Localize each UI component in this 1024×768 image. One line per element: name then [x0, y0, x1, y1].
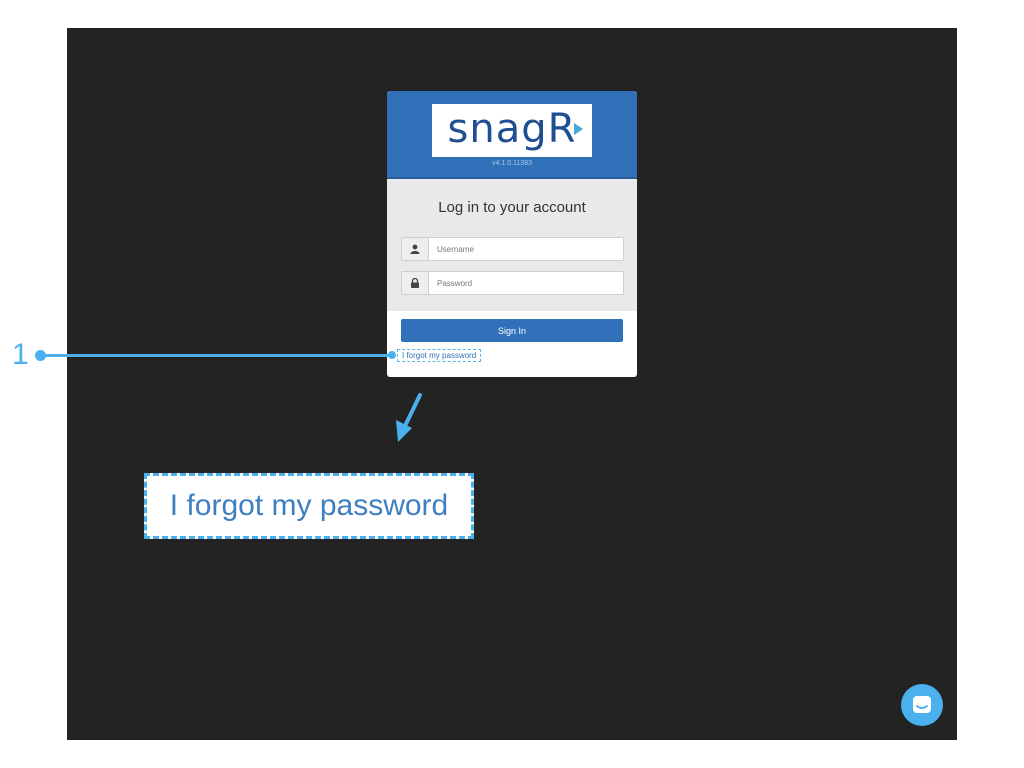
- user-icon: [402, 238, 429, 260]
- callout-dot-right: [388, 351, 396, 359]
- version-label: v4.1.0.11383: [492, 160, 532, 167]
- chat-icon: [913, 696, 931, 713]
- forgot-password-link[interactable]: I forgot my password: [397, 349, 482, 362]
- zoomed-callout-box: I forgot my password: [144, 473, 474, 539]
- lock-icon: [402, 272, 429, 294]
- logo-arrow-icon: [574, 123, 583, 135]
- arrow-down-icon: [396, 393, 422, 442]
- chat-button[interactable]: [901, 684, 943, 726]
- logo: snagR: [432, 104, 592, 157]
- login-card: snagR v4.1.0.11383 Log in to your accoun…: [387, 91, 637, 377]
- sign-in-button[interactable]: Sign In: [401, 319, 623, 342]
- callout-number: 1: [12, 338, 29, 371]
- username-input[interactable]: [429, 238, 619, 260]
- password-input[interactable]: [429, 272, 619, 294]
- logo-text: snagR: [447, 105, 577, 152]
- callout-line: [40, 354, 393, 357]
- card-header: snagR v4.1.0.11383: [387, 91, 637, 179]
- callout-dot-left: [35, 350, 46, 361]
- page-title: Log in to your account: [438, 199, 586, 216]
- password-field[interactable]: [401, 271, 624, 295]
- username-field[interactable]: [401, 237, 624, 261]
- zoomed-forgot-password-text: I forgot my password: [169, 489, 449, 522]
